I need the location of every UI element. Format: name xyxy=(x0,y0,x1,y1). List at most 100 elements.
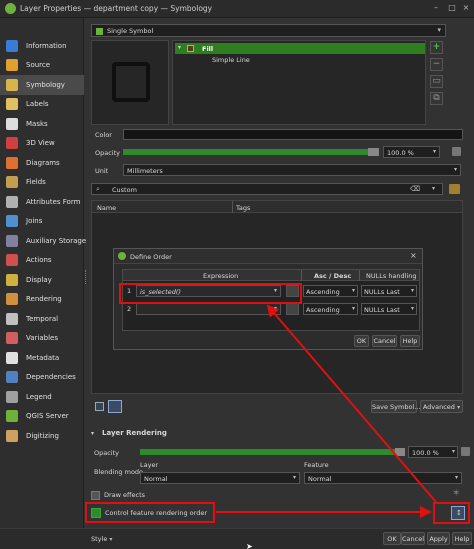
dialog-ok-button[interactable]: OK xyxy=(354,335,369,347)
opacity-slider[interactable] xyxy=(123,149,368,155)
tree-item-fill[interactable]: ▾ Fill xyxy=(175,43,425,54)
data-defined-override-icon[interactable] xyxy=(452,147,461,156)
color-label: Color xyxy=(95,131,112,139)
sidebar-item-legend[interactable]: Legend xyxy=(0,387,84,407)
asc-desc-select[interactable]: Ascending ▾ xyxy=(303,285,358,297)
sidebar-item-rendering[interactable]: Rendering xyxy=(0,290,84,310)
nulls-value: NULLs Last xyxy=(364,288,400,296)
feature-blend-label: Feature xyxy=(304,461,329,469)
single-symbol-icon xyxy=(96,28,103,35)
close-icon[interactable]: × xyxy=(460,3,472,14)
sidebar-item-joins[interactable]: Joins xyxy=(0,212,84,232)
sidebar-item-metadata[interactable]: Metadata xyxy=(0,348,84,368)
sidebar-item-label: Actions xyxy=(26,256,52,265)
duplicate-layer-icon[interactable]: ⧉ xyxy=(430,92,443,105)
collapse-icon[interactable]: ▾ xyxy=(91,430,94,437)
symbol-layer-tree[interactable]: ▾ Fill Simple Line xyxy=(172,40,426,125)
sidebar-item-information[interactable]: Information xyxy=(0,36,84,56)
cancel-button[interactable]: Cancel xyxy=(401,532,425,545)
layer-opacity-spinbox[interactable]: 100.0 % ▾ xyxy=(408,446,458,458)
dialog-cancel-button[interactable]: Cancel xyxy=(372,335,397,347)
fill-swatch-icon xyxy=(187,45,194,52)
col-asc-desc: Asc / Desc xyxy=(314,272,352,280)
layer-rendering-heading[interactable]: Layer Rendering xyxy=(102,429,167,437)
add-symbol-layer-icon[interactable]: + xyxy=(430,41,443,54)
opacity-label: Opacity xyxy=(95,149,121,157)
clear-icon[interactable]: ⌫ xyxy=(410,185,420,193)
sidebar-item-label: Symbology xyxy=(26,80,65,89)
expression-input[interactable]: ▾ xyxy=(136,303,281,315)
highlight-expression-row xyxy=(119,283,302,304)
col-tags: Tags xyxy=(236,204,251,212)
source-icon xyxy=(6,59,18,72)
unit-select[interactable]: Millimeters ▾ xyxy=(123,164,461,176)
sidebar-item-digitizing[interactable]: Digitizing xyxy=(0,426,84,446)
sidebar-item-masks[interactable]: Masks xyxy=(0,114,84,134)
close-icon[interactable]: × xyxy=(410,251,417,260)
layer-opacity-handle[interactable] xyxy=(395,448,405,456)
style-menu[interactable]: Style ▾ xyxy=(91,535,112,543)
sidebar: Information Source Symbology Labels Masks 3D … xyxy=(0,18,86,528)
sidebar-item-variables[interactable]: Variables xyxy=(0,329,84,349)
expression-builder-icon[interactable] xyxy=(286,303,299,315)
control-order-checkbox[interactable] xyxy=(91,508,101,518)
sidebar-item-actions[interactable]: Actions xyxy=(0,251,84,271)
help-button[interactable]: Help xyxy=(452,532,472,545)
layer-blend-label: Layer xyxy=(140,461,159,469)
sidebar-item-dependencies[interactable]: Dependencies xyxy=(0,368,84,388)
nulls-select[interactable]: NULLs Last ▾ xyxy=(361,285,417,297)
sidebar-item-display[interactable]: Display xyxy=(0,270,84,290)
ok-button[interactable]: OK xyxy=(383,532,401,545)
style-manager-icon[interactable] xyxy=(449,184,460,194)
sidebar-item-diagrams[interactable]: Diagrams xyxy=(0,153,84,173)
advanced-button[interactable]: Advanced ▾ xyxy=(420,400,463,413)
opacity-slider-handle[interactable] xyxy=(368,148,379,156)
layer-opacity-slider[interactable] xyxy=(140,449,395,455)
feature-blend-select[interactable]: Normal ▾ xyxy=(304,472,462,484)
sidebar-item-auxiliary-storage[interactable]: Auxiliary Storage xyxy=(0,231,86,251)
define-order-button[interactable]: ↕ xyxy=(451,506,465,520)
nulls-select[interactable]: NULLs Last ▾ xyxy=(361,303,417,315)
sidebar-item-symbology[interactable]: Symbology xyxy=(0,75,84,95)
save-symbol-button[interactable]: Save Symbol... xyxy=(371,400,420,413)
chevron-down-icon: ▾ xyxy=(109,536,113,543)
collapse-icon[interactable]: ▾ xyxy=(178,44,181,51)
opacity-spinbox[interactable]: 100.0 % ▾ xyxy=(383,146,440,158)
sidebar-item-labels[interactable]: Labels xyxy=(0,95,84,115)
layer-blend-select[interactable]: Normal ▾ xyxy=(140,472,300,484)
sidebar-item-temporal[interactable]: Temporal xyxy=(0,309,84,329)
mouse-cursor-icon: ➤ xyxy=(246,542,253,549)
data-defined-override-icon[interactable] xyxy=(461,447,470,456)
diagrams-icon xyxy=(6,156,18,169)
effects-star-icon[interactable]: ✶ xyxy=(452,489,463,500)
maximize-icon[interactable]: □ xyxy=(446,3,458,14)
tree-item-simple-line[interactable]: Simple Line xyxy=(175,55,425,66)
renderer-select[interactable]: Single Symbol ▾ xyxy=(91,24,446,37)
ok-label: OK xyxy=(387,535,397,543)
dialog-help-button[interactable]: Help xyxy=(400,335,420,347)
sidebar-item-qgis-server[interactable]: QGIS Server xyxy=(0,407,84,427)
list-view-icon[interactable] xyxy=(108,400,122,413)
color-button[interactable] xyxy=(123,129,463,140)
sidebar-item-3d-view[interactable]: 3D View xyxy=(0,134,84,154)
splitter-handle[interactable] xyxy=(85,270,87,284)
col-nulls: NULLs handling xyxy=(366,272,417,280)
sidebar-item-source[interactable]: Source xyxy=(0,56,84,76)
lock-layer-icon[interactable]: ▭ xyxy=(430,75,443,88)
draw-effects-checkbox[interactable] xyxy=(91,491,100,500)
search-icon: ⌕ xyxy=(96,185,100,193)
sidebar-item-attributes-form[interactable]: Attributes Form xyxy=(0,192,84,212)
chevron-down-icon: ▾ xyxy=(454,474,458,481)
apply-button[interactable]: Apply xyxy=(427,532,450,545)
remove-symbol-layer-icon[interactable]: − xyxy=(430,58,443,71)
layer-opacity-label: Opacity xyxy=(94,449,120,457)
asc-desc-select[interactable]: Ascending ▾ xyxy=(303,303,358,315)
spin-icon[interactable]: ▾ xyxy=(433,148,436,155)
masks-icon xyxy=(6,117,18,130)
sidebar-item-fields[interactable]: Fields xyxy=(0,173,84,193)
spin-icon[interactable]: ▾ xyxy=(452,448,455,455)
minimize-icon[interactable]: – xyxy=(430,3,442,14)
icon-view-icon[interactable] xyxy=(95,402,104,411)
dialog-title-bar: Define Order × xyxy=(114,249,422,264)
symbol-filter-input[interactable]: ⌕ Custom ⌫ ▾ xyxy=(91,183,443,195)
